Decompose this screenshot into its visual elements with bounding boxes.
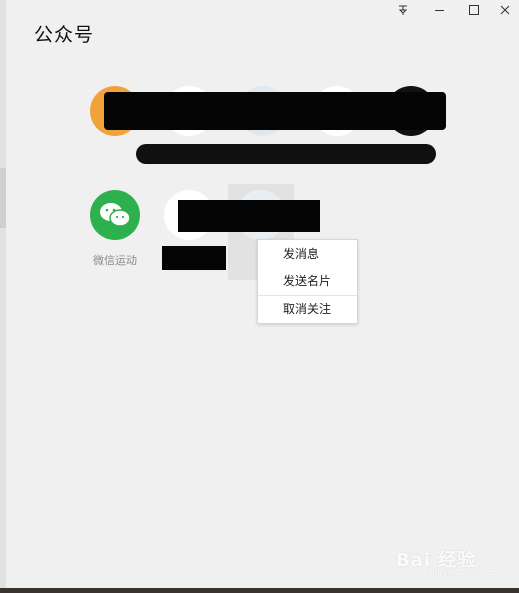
maximize-icon[interactable] xyxy=(457,0,491,20)
official-accounts-window: 公众号 微信运动 发消息 发送名片 取消关注 xyxy=(6,0,519,588)
page-title: 公众号 xyxy=(34,24,95,46)
wechat-sport-icon xyxy=(90,190,140,240)
context-menu: 发消息 发送名片 取消关注 xyxy=(257,239,358,324)
redaction-mark xyxy=(104,92,446,130)
redaction-mark xyxy=(178,200,320,232)
pin-icon[interactable] xyxy=(386,0,420,20)
redaction-mark xyxy=(136,144,436,164)
title-bar[interactable]: 公众号 xyxy=(6,0,519,60)
account-label: 微信运动 xyxy=(93,254,137,267)
redaction-mark xyxy=(162,246,226,270)
watermark: Bai 经验 jingyan.baidu.com xyxy=(396,546,502,577)
close-icon[interactable] xyxy=(488,0,519,20)
menu-item-unfollow[interactable]: 取消关注 xyxy=(258,296,357,323)
menu-item-send-message[interactable]: 发消息 xyxy=(258,241,357,268)
watermark-sub: jingyan.baidu.com xyxy=(428,568,502,577)
account-item-wechat-sport[interactable]: 微信运动 xyxy=(78,190,152,286)
minimize-icon[interactable] xyxy=(422,0,456,20)
menu-item-send-card[interactable]: 发送名片 xyxy=(258,268,357,295)
